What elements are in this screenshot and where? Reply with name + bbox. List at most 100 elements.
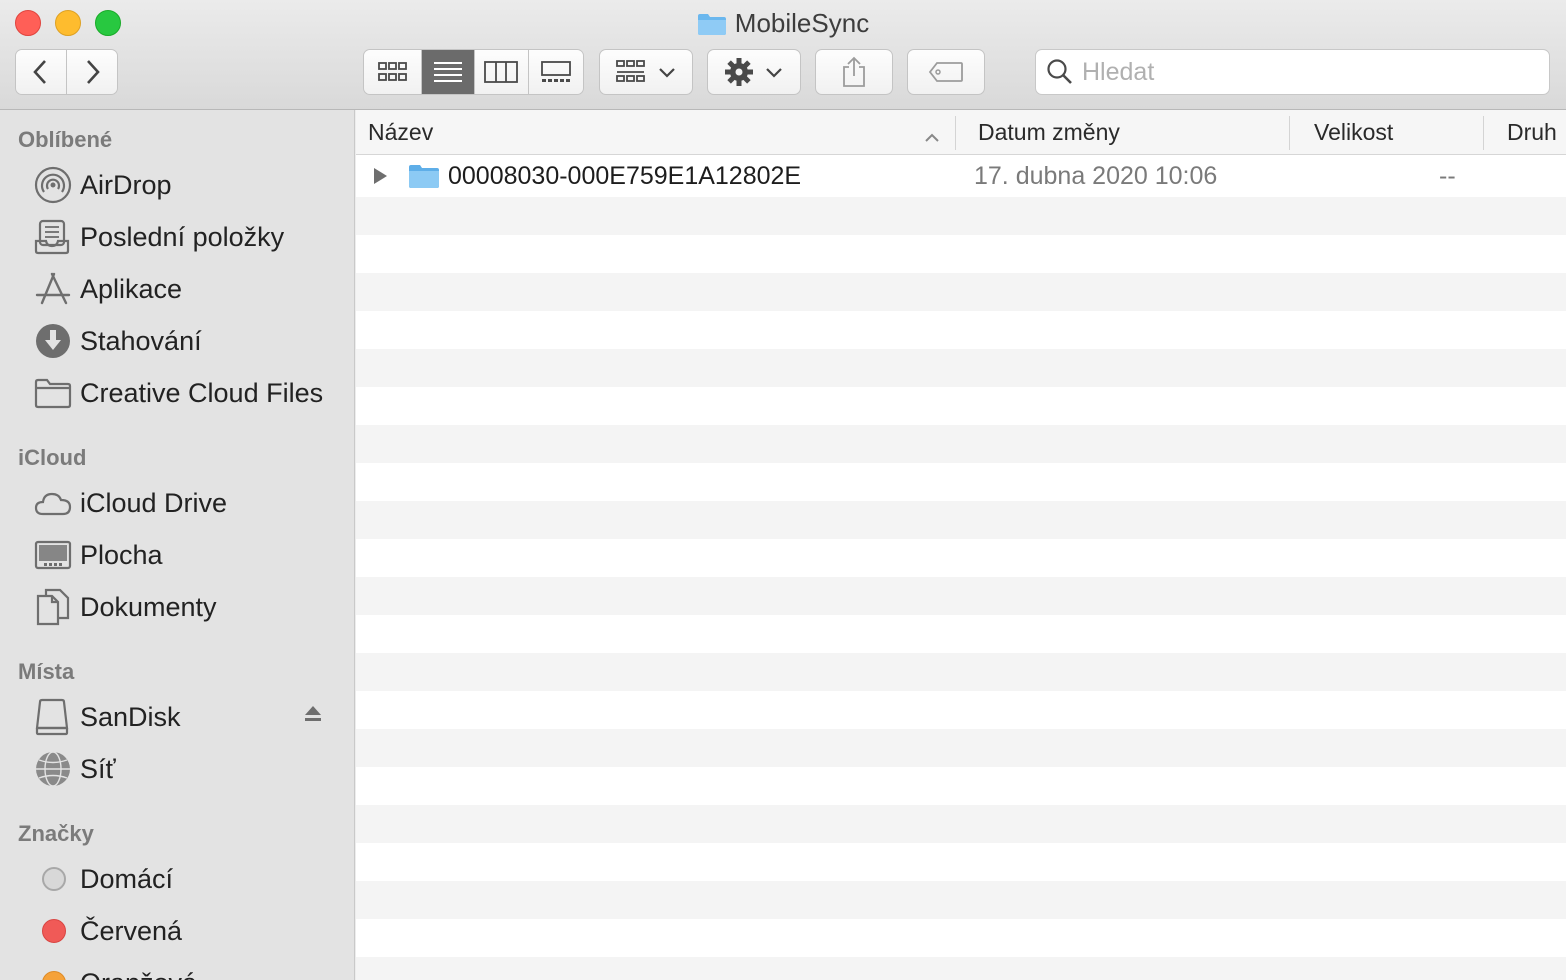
sidebar-item-tag-domaci[interactable]: Domácí xyxy=(0,856,354,902)
sidebar-item-airdrop[interactable]: AirDrop xyxy=(0,162,354,208)
sidebar-item-creative-cloud-files[interactable]: Creative Cloud Files xyxy=(0,370,354,416)
empty-row xyxy=(356,273,1566,311)
file-date: 17. dubna 2020 10:06 xyxy=(974,161,1218,190)
tags-button[interactable] xyxy=(907,49,985,95)
sidebar-item-documents[interactable]: Dokumenty xyxy=(0,584,354,630)
sidebar-item-label: Síť xyxy=(80,753,116,784)
sidebar-item-label: AirDrop xyxy=(80,169,172,200)
empty-row xyxy=(356,425,1566,463)
sidebar-item-sandisk[interactable]: SanDisk xyxy=(0,694,354,740)
window-title-text: MobileSync xyxy=(734,8,870,38)
sidebar-item-tag-cervena[interactable]: Červená xyxy=(0,908,354,954)
sidebar-item-applications[interactable]: Aplikace xyxy=(0,266,354,312)
search-input[interactable] xyxy=(1082,57,1522,87)
network-icon xyxy=(34,749,78,789)
sidebar-item-label: Oranžová xyxy=(80,968,197,980)
column-divider[interactable] xyxy=(1289,116,1290,150)
back-button[interactable] xyxy=(16,50,67,94)
cloud-icon xyxy=(34,483,78,523)
sidebar-item-icloud-drive[interactable]: iCloud Drive xyxy=(0,480,354,526)
table-row[interactable]: 00008030-000E759E1A12802E 17. dubna 2020… xyxy=(356,155,1566,197)
column-date[interactable]: Datum změny xyxy=(978,110,1120,155)
documents-icon xyxy=(34,587,78,627)
sidebar-section-favorites: Oblíbené xyxy=(18,127,113,152)
disclosure-triangle-icon[interactable] xyxy=(372,155,388,197)
view-mode-control xyxy=(363,49,584,95)
empty-row xyxy=(356,729,1566,767)
navigation-buttons xyxy=(15,49,118,95)
empty-row xyxy=(356,653,1566,691)
gallery-view-icon xyxy=(540,61,571,82)
column-view-icon xyxy=(484,61,519,83)
tag-dot-icon xyxy=(34,859,78,899)
empty-row xyxy=(356,197,1566,235)
sidebar-item-label: Dokumenty xyxy=(80,591,217,622)
empty-row xyxy=(356,881,1566,919)
icon-view-button[interactable] xyxy=(364,50,423,94)
file-list: Název Datum změny Velikost Druh 00008030… xyxy=(356,110,1566,980)
sidebar-item-label: Plocha xyxy=(80,539,163,570)
applications-icon xyxy=(34,269,78,309)
empty-row xyxy=(356,349,1566,387)
sidebar-item-downloads[interactable]: Stahování xyxy=(0,318,354,364)
list-view-button[interactable] xyxy=(422,50,475,94)
empty-row xyxy=(356,235,1566,273)
downloads-icon xyxy=(34,321,78,361)
chevron-right-icon xyxy=(86,60,100,84)
list-view-icon xyxy=(434,62,463,82)
drive-icon xyxy=(34,697,78,737)
empty-row xyxy=(356,691,1566,729)
action-menu-button[interactable] xyxy=(707,49,801,95)
column-size[interactable]: Velikost xyxy=(1314,110,1393,155)
forward-button[interactable] xyxy=(66,50,117,94)
gallery-view-button[interactable] xyxy=(528,50,583,94)
sidebar: Oblíbené AirDrop Poslední položky Aplika… xyxy=(0,110,355,980)
column-name-label: Název xyxy=(368,119,434,145)
sidebar-item-network[interactable]: Síť xyxy=(0,746,354,792)
desktop-icon xyxy=(34,535,78,575)
eject-icon[interactable] xyxy=(303,704,323,729)
tag-dot-icon xyxy=(34,911,78,951)
file-size: -- xyxy=(1439,161,1456,190)
sidebar-section-tags: Značky xyxy=(18,821,94,846)
folder-icon xyxy=(34,373,78,413)
search-icon xyxy=(1047,59,1072,84)
title-bar: MobileSync xyxy=(0,0,1566,110)
gear-icon xyxy=(725,58,753,86)
group-by-button[interactable] xyxy=(599,49,693,95)
empty-row xyxy=(356,577,1566,615)
column-divider[interactable] xyxy=(955,116,956,150)
column-divider[interactable] xyxy=(1483,116,1484,150)
sidebar-item-label: iCloud Drive xyxy=(80,487,228,518)
folder-icon xyxy=(697,11,727,43)
sidebar-item-label: Aplikace xyxy=(80,273,183,304)
column-view-button[interactable] xyxy=(474,50,529,94)
sidebar-item-tag-oranzova[interactable]: Oranžová xyxy=(0,960,354,980)
empty-row xyxy=(356,463,1566,501)
share-button[interactable] xyxy=(815,49,893,95)
column-header: Název Datum změny Velikost Druh xyxy=(356,110,1566,155)
empty-row xyxy=(356,767,1566,805)
search-field[interactable] xyxy=(1035,49,1550,95)
sidebar-item-desktop[interactable]: Plocha xyxy=(0,532,354,578)
chevron-down-icon xyxy=(766,68,782,78)
empty-row xyxy=(356,919,1566,957)
chevron-down-icon xyxy=(659,68,675,78)
empty-row xyxy=(356,805,1566,843)
sidebar-item-recents[interactable]: Poslední položky xyxy=(0,214,354,260)
recents-icon xyxy=(34,217,78,257)
column-name[interactable]: Název xyxy=(368,110,948,155)
sidebar-section-locations: Místa xyxy=(18,659,75,684)
empty-row xyxy=(356,957,1566,980)
sidebar-item-label: Creative Cloud Files xyxy=(80,377,324,408)
sidebar-item-label: Červená xyxy=(80,915,183,946)
empty-row xyxy=(356,311,1566,349)
airdrop-icon xyxy=(34,165,78,205)
empty-row xyxy=(356,539,1566,577)
column-kind-label: Druh xyxy=(1507,119,1557,145)
file-rows: 00008030-000E759E1A12802E 17. dubna 2020… xyxy=(356,155,1566,980)
sidebar-item-label: Domácí xyxy=(80,863,174,894)
empty-row xyxy=(356,387,1566,425)
sort-ascending-icon xyxy=(923,124,941,151)
column-kind[interactable]: Druh xyxy=(1507,110,1557,155)
